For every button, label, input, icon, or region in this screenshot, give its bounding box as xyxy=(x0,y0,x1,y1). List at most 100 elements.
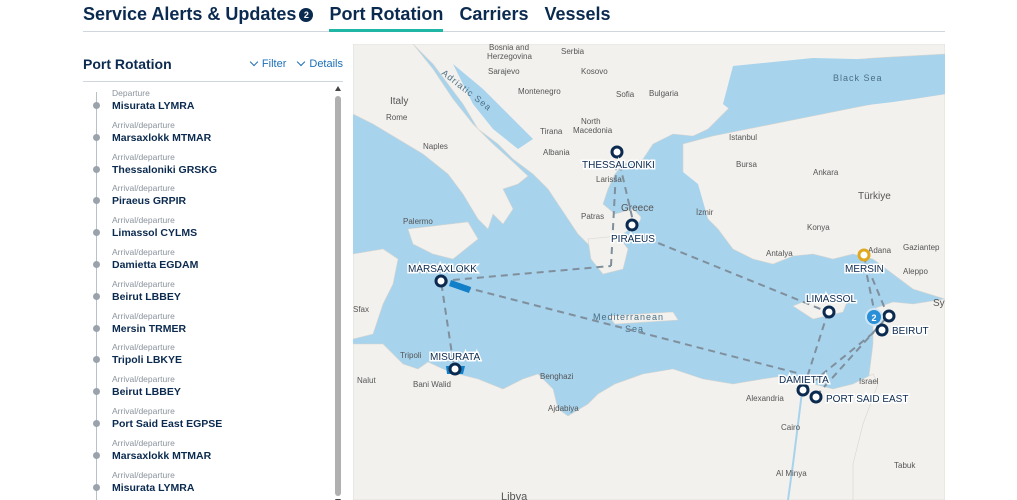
stop-kind: Arrival/departure xyxy=(112,215,175,226)
stop-port: Marsaxlokk MTMAR xyxy=(112,131,212,144)
filter-button[interactable]: Filter xyxy=(249,57,286,70)
label-bosnia-1: Bosnia and xyxy=(489,44,529,52)
stop-port: Limassol CYLMS xyxy=(112,227,198,240)
list-item[interactable]: Arrival/departure Piraeus GRPIR xyxy=(83,179,328,211)
tab-port-rotation[interactable]: Port Rotation xyxy=(329,4,444,32)
stop-port: Tripoli LBKYE xyxy=(112,354,183,367)
port-marker-beirut[interactable] xyxy=(882,309,896,323)
stop-kind: Arrival/departure xyxy=(112,310,175,321)
stop-port: Piraeus GRPIR xyxy=(112,195,187,208)
port-label-beirut: BEIRUT xyxy=(892,326,929,337)
list-item[interactable]: Arrival/departure Port Said East EGPSE xyxy=(83,402,328,434)
timeline-dot xyxy=(93,324,100,332)
label-north-2: Macedonia xyxy=(573,126,613,135)
label-sofia: Sofia xyxy=(616,90,635,99)
stop-kind: Arrival/departure xyxy=(112,405,175,416)
stop-kind: Departure xyxy=(112,88,150,98)
timeline-dot xyxy=(93,388,100,396)
port-label-thessaloniki: THESSALONIKI xyxy=(582,160,655,171)
list-item[interactable]: Arrival/departure Marsaxlokk MTMAR xyxy=(83,116,328,148)
tab-port-rotation-label: Port Rotation xyxy=(329,4,444,24)
label-sy: Sy xyxy=(933,298,945,309)
port-marker-misurata[interactable] xyxy=(448,362,462,376)
list-item[interactable]: Arrival/departure Tripoli LBKYE xyxy=(83,338,328,370)
port-marker-thessaloniki[interactable] xyxy=(610,145,624,159)
chevron-down-icon xyxy=(249,57,259,67)
tab-vessels-label: Vessels xyxy=(544,4,611,24)
timeline-dot xyxy=(93,229,100,237)
port-label-marsaxlokk: MARSAXLOKK xyxy=(408,264,477,275)
panel-header: Port Rotation Filter Details xyxy=(83,46,343,82)
details-label: Details xyxy=(309,57,343,70)
rotation-stops: Departure Misurata LYMRA Arrival/departur… xyxy=(83,84,328,500)
label-sarajevo: Sarajevo xyxy=(488,67,520,76)
label-palermo: Palermo xyxy=(403,217,433,226)
label-sfax: Sfax xyxy=(353,305,369,314)
stop-kind: Arrival/departure xyxy=(112,278,175,289)
label-albania: Albania xyxy=(543,148,570,157)
label-bosnia-2: Herzegovina xyxy=(487,52,532,61)
port-marker-limassol[interactable] xyxy=(822,305,836,319)
stop-kind: Arrival/departure xyxy=(112,374,175,385)
stop-port: Misurata LYMRA xyxy=(112,100,195,112)
label-naples: Naples xyxy=(423,142,448,151)
timeline-dot xyxy=(93,133,100,141)
cluster-count: 2 xyxy=(871,313,876,323)
label-libya: Libya xyxy=(501,491,528,500)
list-item[interactable]: Arrival/departure Limassol CYLMS xyxy=(83,211,328,243)
list-item[interactable]: Departure Misurata LYMRA xyxy=(83,84,328,116)
vessel-icon[interactable] xyxy=(449,280,471,293)
stop-kind: Arrival/departure xyxy=(112,119,175,130)
label-tripoli: Tripoli xyxy=(400,351,422,360)
stop-kind: Arrival/departure xyxy=(112,183,175,194)
route-map[interactable]: Serbia Bosnia and Herzegovina Sarajevo K… xyxy=(353,44,945,500)
panel-title: Port Rotation xyxy=(83,55,172,72)
cluster-marker[interactable]: 2 xyxy=(865,308,883,326)
list-item[interactable]: Arrival/departure Misurata LYMRA xyxy=(83,466,328,498)
list-scrollbar[interactable] xyxy=(333,84,343,500)
timeline-dot xyxy=(93,292,100,300)
tab-carriers-label: Carriers xyxy=(459,4,529,24)
timeline-dot xyxy=(93,197,100,205)
tab-carriers[interactable]: Carriers xyxy=(459,4,528,31)
label-israel: Israel xyxy=(859,377,879,386)
timeline-dot xyxy=(93,451,100,459)
label-italy: Italy xyxy=(390,96,408,107)
list-item[interactable]: Arrival/departure Thessaloniki GRSKG xyxy=(83,148,328,180)
stop-port: Beirut LBBEY xyxy=(112,386,181,399)
list-item[interactable]: Arrival/departure Beirut LBBEY xyxy=(83,370,328,402)
list-item[interactable]: Arrival/departure Mersin TRMER xyxy=(83,307,328,339)
port-label-port-said: PORT SAID EAST xyxy=(826,394,908,405)
port-label-misurata: MISURATA xyxy=(430,352,481,363)
label-montenegro: Montenegro xyxy=(518,87,561,96)
timeline-dot xyxy=(93,419,100,427)
scroll-up-arrow-icon[interactable] xyxy=(335,86,341,91)
port-label-piraeus: PIRAEUS xyxy=(611,234,655,245)
port-marker-mersin[interactable] xyxy=(857,248,871,262)
port-marker-damietta[interactable] xyxy=(796,383,810,397)
port-marker-marsaxlokk[interactable] xyxy=(434,274,448,288)
label-nalut: Nalut xyxy=(357,376,376,385)
port-marker-piraeus[interactable] xyxy=(625,218,639,232)
route-map-svg: Serbia Bosnia and Herzegovina Sarajevo K… xyxy=(353,44,945,500)
details-button[interactable]: Details xyxy=(297,57,343,70)
tab-service-alerts[interactable]: Service Alerts & Updates 2 xyxy=(83,4,314,31)
port-label-damietta: DAMIETTA xyxy=(779,375,829,386)
timeline-dot xyxy=(93,165,100,173)
label-konya: Konya xyxy=(807,223,830,232)
port-marker-beirut-2[interactable] xyxy=(875,323,889,337)
scroll-thumb[interactable] xyxy=(335,96,341,496)
list-item[interactable]: Arrival/departure Damietta EGDAM xyxy=(83,243,328,275)
stop-kind: Arrival/departure xyxy=(112,151,175,162)
rotation-list[interactable]: Departure Misurata LYMRA Arrival/departur… xyxy=(83,84,343,500)
port-label-limassol: LIMASSOL xyxy=(806,294,856,305)
stop-kind: Arrival/departure xyxy=(112,342,175,353)
label-bulgaria: Bulgaria xyxy=(649,89,679,98)
port-marker-port-said[interactable] xyxy=(809,390,823,404)
label-mediterranean: Mediterranean xyxy=(593,312,664,322)
chevron-down-icon xyxy=(297,57,306,67)
label-rome: Rome xyxy=(386,113,408,122)
tab-vessels[interactable]: Vessels xyxy=(544,4,610,31)
list-item[interactable]: Arrival/departure Marsaxlokk MTMAR xyxy=(83,434,328,466)
list-item[interactable]: Arrival/departure Beirut LBBEY xyxy=(83,275,328,307)
